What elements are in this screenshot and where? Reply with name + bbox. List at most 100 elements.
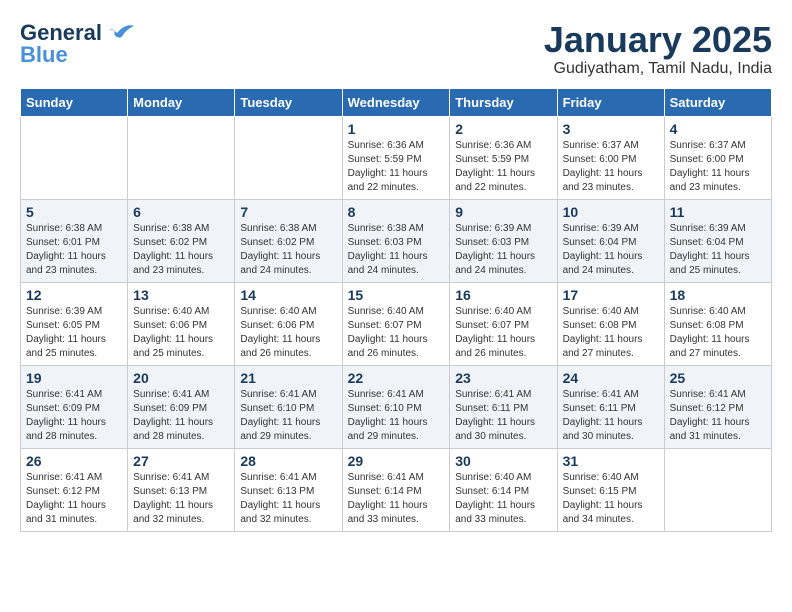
day-number: 25 (670, 370, 766, 386)
day-cell: 21 Sunrise: 6:41 AM Sunset: 6:10 PM Dayli… (235, 365, 342, 448)
week-row-1: 1 Sunrise: 6:36 AM Sunset: 5:59 PM Daylig… (21, 116, 772, 199)
title-block: January 2025 Gudiyatham, Tamil Nadu, Ind… (544, 20, 772, 78)
day-cell: 2 Sunrise: 6:36 AM Sunset: 5:59 PM Daylig… (450, 116, 557, 199)
day-number: 26 (26, 453, 122, 469)
day-cell: 26 Sunrise: 6:41 AM Sunset: 6:12 PM Dayli… (21, 448, 128, 531)
day-info: Sunrise: 6:41 AM Sunset: 6:09 PM Dayligh… (133, 388, 229, 444)
day-cell: 31 Sunrise: 6:40 AM Sunset: 6:15 PM Dayli… (557, 448, 664, 531)
day-info: Sunrise: 6:36 AM Sunset: 5:59 PM Dayligh… (348, 139, 445, 195)
day-cell: 1 Sunrise: 6:36 AM Sunset: 5:59 PM Daylig… (342, 116, 450, 199)
day-info: Sunrise: 6:40 AM Sunset: 6:08 PM Dayligh… (670, 305, 766, 361)
day-cell: 25 Sunrise: 6:41 AM Sunset: 6:12 PM Dayli… (664, 365, 771, 448)
day-number: 29 (348, 453, 445, 469)
day-number: 16 (455, 287, 551, 303)
day-number: 17 (563, 287, 659, 303)
day-cell (235, 116, 342, 199)
day-info: Sunrise: 6:41 AM Sunset: 6:12 PM Dayligh… (670, 388, 766, 444)
day-info: Sunrise: 6:41 AM Sunset: 6:14 PM Dayligh… (348, 471, 445, 527)
day-cell: 7Sunrise: 6:38 AM Sunset: 6:02 PM Daylig… (235, 199, 342, 282)
day-cell: 15 Sunrise: 6:40 AM Sunset: 6:07 PM Dayli… (342, 282, 450, 365)
day-cell (128, 116, 235, 199)
day-info: Sunrise: 6:37 AM Sunset: 6:00 PM Dayligh… (563, 139, 659, 195)
day-cell: 10 Sunrise: 6:39 AM Sunset: 6:04 PM Dayli… (557, 199, 664, 282)
day-info: Sunrise: 6:40 AM Sunset: 6:15 PM Dayligh… (563, 471, 659, 527)
column-header-friday: Friday (557, 88, 664, 116)
day-number: 9 (455, 204, 551, 220)
header-row: SundayMondayTuesdayWednesdayThursdayFrid… (21, 88, 772, 116)
day-info: Sunrise: 6:41 AM Sunset: 6:13 PM Dayligh… (133, 471, 229, 527)
day-info: Sunrise: 6:40 AM Sunset: 6:08 PM Dayligh… (563, 305, 659, 361)
day-number: 5 (26, 204, 122, 220)
day-cell: 23 Sunrise: 6:41 AM Sunset: 6:11 PM Dayli… (450, 365, 557, 448)
day-number: 1 (348, 121, 445, 137)
day-number: 22 (348, 370, 445, 386)
day-info: Sunrise: 6:41 AM Sunset: 6:10 PM Dayligh… (240, 388, 336, 444)
day-cell: 14Sunrise: 6:40 AM Sunset: 6:06 PM Dayli… (235, 282, 342, 365)
day-info: Sunrise: 6:36 AM Sunset: 5:59 PM Dayligh… (455, 139, 551, 195)
logo-bird-icon (107, 21, 135, 43)
day-info: Sunrise: 6:39 AM Sunset: 6:03 PM Dayligh… (455, 222, 551, 278)
day-cell: 5 Sunrise: 6:38 AM Sunset: 6:01 PM Daylig… (21, 199, 128, 282)
day-number: 24 (563, 370, 659, 386)
column-header-sunday: Sunday (21, 88, 128, 116)
column-header-wednesday: Wednesday (342, 88, 450, 116)
day-number: 19 (26, 370, 122, 386)
week-row-4: 19 Sunrise: 6:41 AM Sunset: 6:09 PM Dayli… (21, 365, 772, 448)
day-cell: 20 Sunrise: 6:41 AM Sunset: 6:09 PM Dayli… (128, 365, 235, 448)
day-number: 31 (563, 453, 659, 469)
day-info: Sunrise: 6:41 AM Sunset: 6:09 PM Dayligh… (26, 388, 122, 444)
week-row-5: 26 Sunrise: 6:41 AM Sunset: 6:12 PM Dayli… (21, 448, 772, 531)
day-number: 6 (133, 204, 229, 220)
day-number: 7 (240, 204, 336, 220)
day-number: 10 (563, 204, 659, 220)
day-cell: 18 Sunrise: 6:40 AM Sunset: 6:08 PM Dayli… (664, 282, 771, 365)
day-info: Sunrise: 6:41 AM Sunset: 6:11 PM Dayligh… (455, 388, 551, 444)
day-cell: 24 Sunrise: 6:41 AM Sunset: 6:11 PM Dayli… (557, 365, 664, 448)
day-cell: 9 Sunrise: 6:39 AM Sunset: 6:03 PM Daylig… (450, 199, 557, 282)
day-cell: 11Sunrise: 6:39 AM Sunset: 6:04 PM Dayli… (664, 199, 771, 282)
day-number: 4 (670, 121, 766, 137)
day-number: 18 (670, 287, 766, 303)
header: General Blue January 2025 Gudiyatham, Ta… (20, 20, 772, 78)
day-info: Sunrise: 6:37 AM Sunset: 6:00 PM Dayligh… (670, 139, 766, 195)
month-title: January 2025 (544, 20, 772, 60)
day-cell: 8 Sunrise: 6:38 AM Sunset: 6:03 PM Daylig… (342, 199, 450, 282)
day-number: 8 (348, 204, 445, 220)
day-cell (21, 116, 128, 199)
day-cell: 17 Sunrise: 6:40 AM Sunset: 6:08 PM Dayli… (557, 282, 664, 365)
day-cell: 28Sunrise: 6:41 AM Sunset: 6:13 PM Dayli… (235, 448, 342, 531)
column-header-monday: Monday (128, 88, 235, 116)
calendar-table: SundayMondayTuesdayWednesdayThursdayFrid… (20, 88, 772, 532)
day-number: 3 (563, 121, 659, 137)
day-info: Sunrise: 6:40 AM Sunset: 6:06 PM Dayligh… (133, 305, 229, 361)
day-info: Sunrise: 6:41 AM Sunset: 6:13 PM Dayligh… (240, 471, 336, 527)
column-header-tuesday: Tuesday (235, 88, 342, 116)
day-info: Sunrise: 6:39 AM Sunset: 6:05 PM Dayligh… (26, 305, 122, 361)
day-info: Sunrise: 6:41 AM Sunset: 6:12 PM Dayligh… (26, 471, 122, 527)
day-cell: 27Sunrise: 6:41 AM Sunset: 6:13 PM Dayli… (128, 448, 235, 531)
day-number: 2 (455, 121, 551, 137)
day-cell: 29 Sunrise: 6:41 AM Sunset: 6:14 PM Dayli… (342, 448, 450, 531)
day-cell (664, 448, 771, 531)
day-cell: 12Sunrise: 6:39 AM Sunset: 6:05 PM Dayli… (21, 282, 128, 365)
day-info: Sunrise: 6:38 AM Sunset: 6:01 PM Dayligh… (26, 222, 122, 278)
day-info: Sunrise: 6:39 AM Sunset: 6:04 PM Dayligh… (670, 222, 766, 278)
day-info: Sunrise: 6:41 AM Sunset: 6:11 PM Dayligh… (563, 388, 659, 444)
day-number: 14 (240, 287, 336, 303)
day-number: 13 (133, 287, 229, 303)
day-info: Sunrise: 6:41 AM Sunset: 6:10 PM Dayligh… (348, 388, 445, 444)
day-info: Sunrise: 6:39 AM Sunset: 6:04 PM Dayligh… (563, 222, 659, 278)
day-number: 20 (133, 370, 229, 386)
location-subtitle: Gudiyatham, Tamil Nadu, India (544, 60, 772, 78)
day-cell: 4 Sunrise: 6:37 AM Sunset: 6:00 PM Daylig… (664, 116, 771, 199)
day-cell: 6Sunrise: 6:38 AM Sunset: 6:02 PM Daylig… (128, 199, 235, 282)
day-info: Sunrise: 6:40 AM Sunset: 6:07 PM Dayligh… (455, 305, 551, 361)
day-info: Sunrise: 6:38 AM Sunset: 6:03 PM Dayligh… (348, 222, 445, 278)
day-number: 15 (348, 287, 445, 303)
day-info: Sunrise: 6:40 AM Sunset: 6:07 PM Dayligh… (348, 305, 445, 361)
column-header-thursday: Thursday (450, 88, 557, 116)
week-row-3: 12Sunrise: 6:39 AM Sunset: 6:05 PM Dayli… (21, 282, 772, 365)
day-cell: 13 Sunrise: 6:40 AM Sunset: 6:06 PM Dayli… (128, 282, 235, 365)
day-number: 23 (455, 370, 551, 386)
day-number: 21 (240, 370, 336, 386)
